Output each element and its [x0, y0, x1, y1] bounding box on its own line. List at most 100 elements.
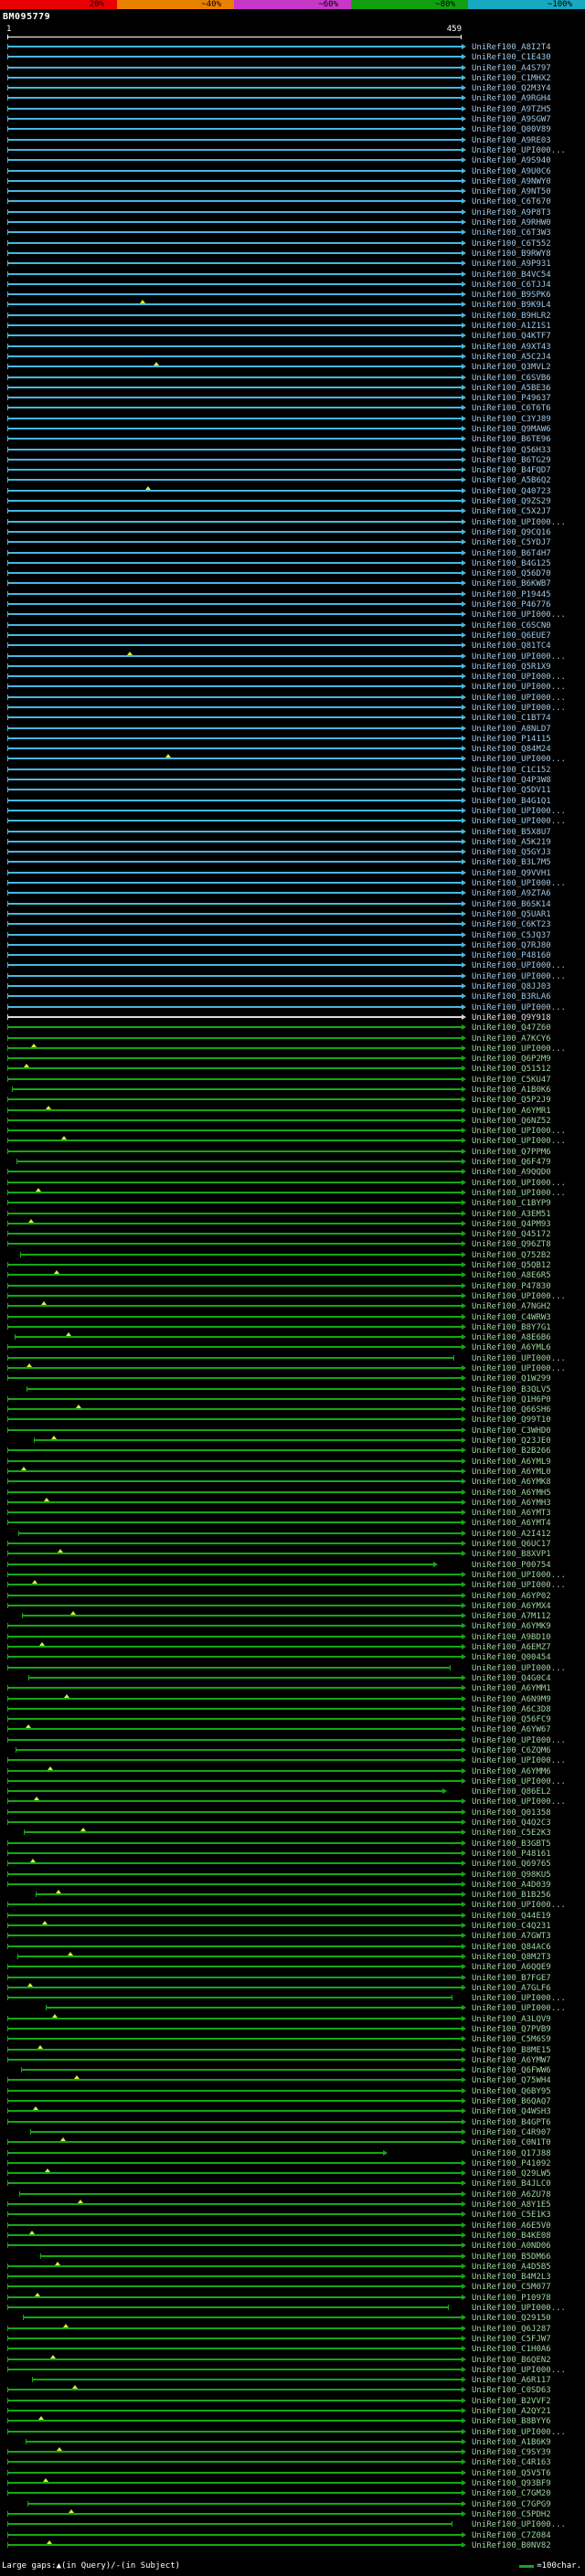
- alignment-bar[interactable]: [7, 1625, 462, 1627]
- alignment-bar[interactable]: [7, 2482, 462, 2484]
- alignment-bar[interactable]: [7, 737, 462, 739]
- alignment-bar[interactable]: [7, 2285, 462, 2287]
- alignment-bar[interactable]: [7, 2234, 462, 2236]
- alignment-bar[interactable]: [7, 479, 462, 481]
- alignment-bar[interactable]: [7, 2182, 462, 2184]
- alignment-bar[interactable]: [7, 2296, 462, 2298]
- alignment-bar[interactable]: [7, 2534, 462, 2536]
- alignment-bar[interactable]: [7, 459, 462, 461]
- alignment-bar[interactable]: [7, 1501, 462, 1503]
- alignment-bar[interactable]: [7, 1192, 462, 1193]
- alignment-bar[interactable]: [7, 1470, 462, 1472]
- alignment-bar[interactable]: [7, 1667, 451, 1669]
- alignment-bar[interactable]: [7, 1316, 462, 1318]
- alignment-bar[interactable]: [7, 552, 462, 554]
- alignment-bar[interactable]: [7, 1202, 462, 1203]
- alignment-bar[interactable]: [7, 231, 462, 233]
- alignment-bar[interactable]: [7, 944, 462, 946]
- alignment-bar[interactable]: [7, 779, 462, 780]
- alignment-bar[interactable]: [7, 1924, 462, 1926]
- alignment-bar[interactable]: [7, 2544, 462, 2546]
- alignment-bar[interactable]: [7, 1150, 462, 1152]
- alignment-bar[interactable]: [7, 1006, 462, 1008]
- alignment-bar[interactable]: [7, 1078, 462, 1080]
- alignment-bar[interactable]: [7, 1521, 462, 1523]
- alignment-bar[interactable]: [7, 913, 462, 915]
- alignment-bar[interactable]: [7, 892, 462, 894]
- alignment-bar[interactable]: [7, 789, 462, 790]
- alignment-bar[interactable]: [7, 1367, 462, 1369]
- alignment-bar[interactable]: [7, 727, 462, 729]
- alignment-bar[interactable]: [7, 1883, 462, 1885]
- alignment-bar[interactable]: [7, 903, 462, 905]
- alignment-bar[interactable]: [7, 2172, 462, 2174]
- alignment-bar[interactable]: [7, 2213, 462, 2215]
- alignment-bar[interactable]: [7, 1233, 462, 1235]
- alignment-bar[interactable]: [7, 1636, 462, 1638]
- alignment-bar[interactable]: [27, 1388, 462, 1390]
- alignment-bar[interactable]: [7, 170, 462, 172]
- alignment-bar[interactable]: [7, 613, 462, 615]
- alignment-bar[interactable]: [7, 2203, 462, 2205]
- alignment-bar[interactable]: [7, 1326, 462, 1328]
- alignment-bar[interactable]: [32, 2379, 462, 2380]
- alignment-bar[interactable]: [7, 221, 462, 223]
- alignment-bar[interactable]: [22, 1615, 462, 1617]
- alignment-bar[interactable]: [7, 449, 462, 451]
- alignment-bar[interactable]: [7, 1119, 462, 1121]
- alignment-bar[interactable]: [7, 2513, 462, 2515]
- alignment-bar[interactable]: [7, 1346, 462, 1348]
- alignment-bar[interactable]: [7, 872, 462, 874]
- alignment-bar[interactable]: [7, 2121, 462, 2123]
- alignment-bar[interactable]: [7, 1098, 462, 1100]
- alignment-bar[interactable]: [7, 1811, 462, 1813]
- alignment-bar[interactable]: [7, 1935, 462, 1936]
- alignment-bar[interactable]: [7, 190, 462, 192]
- alignment-bar[interactable]: [7, 2028, 462, 2030]
- alignment-bar[interactable]: [7, 1790, 442, 1792]
- alignment-bar[interactable]: [7, 2400, 462, 2401]
- alignment-bar[interactable]: [7, 407, 462, 408]
- alignment-bar[interactable]: [7, 820, 462, 822]
- alignment-bar[interactable]: [7, 1821, 462, 1823]
- alignment-bar[interactable]: [7, 1903, 462, 1905]
- alignment-bar[interactable]: [7, 655, 462, 657]
- alignment-bar[interactable]: [36, 1893, 462, 1895]
- alignment-bar[interactable]: [7, 810, 462, 811]
- alignment-bar[interactable]: [7, 593, 462, 595]
- alignment-bar[interactable]: [40, 2255, 462, 2257]
- alignment-bar[interactable]: [7, 1213, 462, 1214]
- alignment-bar[interactable]: [7, 1605, 462, 1606]
- alignment-bar[interactable]: [34, 1439, 462, 1441]
- alignment-bar[interactable]: [7, 1418, 462, 1420]
- alignment-bar[interactable]: [7, 531, 462, 533]
- alignment-bar[interactable]: [7, 975, 462, 977]
- alignment-bar[interactable]: [7, 964, 462, 966]
- alignment-bar[interactable]: [7, 882, 462, 884]
- alignment-bar[interactable]: [7, 67, 462, 69]
- alignment-bar[interactable]: [7, 139, 462, 141]
- alignment-bar[interactable]: [7, 2410, 462, 2412]
- alignment-bar[interactable]: [7, 324, 462, 326]
- alignment-bar[interactable]: [7, 2431, 462, 2433]
- alignment-bar[interactable]: [7, 1852, 462, 1854]
- alignment-bar[interactable]: [7, 180, 462, 182]
- alignment-bar[interactable]: [7, 2141, 462, 2143]
- alignment-bar[interactable]: [7, 1140, 462, 1141]
- alignment-bar[interactable]: [7, 1460, 462, 1462]
- alignment-bar[interactable]: [20, 1254, 462, 1256]
- alignment-bar[interactable]: [30, 2131, 462, 2133]
- alignment-bar[interactable]: [7, 334, 462, 336]
- alignment-bar[interactable]: [7, 1914, 462, 1916]
- alignment-bar[interactable]: [7, 2079, 462, 2081]
- alignment-bar[interactable]: [17, 1956, 462, 1957]
- alignment-bar[interactable]: [7, 1305, 462, 1307]
- alignment-bar[interactable]: [7, 2359, 462, 2360]
- alignment-bar[interactable]: [7, 831, 462, 832]
- alignment-bar[interactable]: [15, 1336, 462, 1338]
- alignment-bar[interactable]: [7, 2244, 462, 2246]
- alignment-bar[interactable]: [7, 273, 462, 275]
- alignment-bar[interactable]: [12, 1088, 462, 1090]
- alignment-bar[interactable]: [7, 1016, 462, 1018]
- alignment-bar[interactable]: [7, 582, 462, 584]
